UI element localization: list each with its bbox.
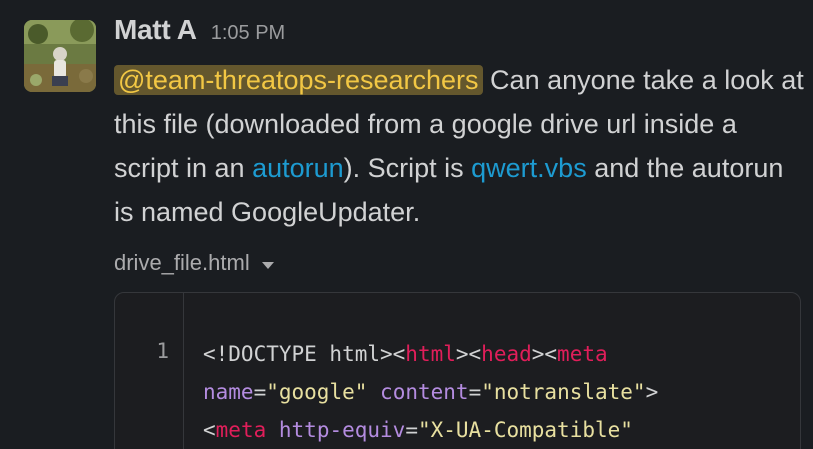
code-token: <!DOCTYPE html>< — [203, 342, 406, 366]
code-token: "X-UA-Compatible" — [417, 418, 633, 442]
line-number: 1 — [156, 339, 169, 363]
autorun-link[interactable]: autorun — [252, 153, 344, 183]
code-line: <meta http-equiv="X-UA-Compatible" — [203, 411, 658, 449]
message-text-part: ). Script is — [343, 153, 472, 183]
message-body: @team-threatops-researchers Can anyone t… — [114, 58, 804, 234]
code-token: = — [468, 380, 482, 404]
code-token: > — [645, 380, 659, 404]
message-container: Matt A 1:05 PM @team-threatops-researche… — [0, 0, 813, 449]
code-token: head — [481, 342, 532, 366]
code-token: "notranslate" — [481, 380, 646, 404]
script-link[interactable]: qwert.vbs — [471, 153, 587, 183]
timestamp[interactable]: 1:05 PM — [211, 22, 285, 45]
chevron-down-icon[interactable] — [261, 261, 274, 269]
code-content: <!DOCTYPE html><html><head><meta name="go… — [203, 335, 658, 449]
code-token: name — [203, 380, 254, 404]
code-token: >< — [531, 342, 558, 366]
code-token: html — [405, 342, 456, 366]
file-name[interactable]: drive_file.html — [114, 250, 250, 276]
code-token: content — [380, 380, 469, 404]
code-token: meta — [215, 418, 267, 442]
line-number-gutter: 1 — [115, 293, 184, 449]
code-line: <!DOCTYPE html><html><head><meta — [203, 335, 658, 373]
code-token: < — [203, 418, 216, 442]
code-snippet-preview[interactable]: 1 <!DOCTYPE html><html><head><meta name="… — [114, 292, 801, 449]
avatar[interactable] — [24, 20, 96, 92]
file-attachment-header[interactable]: drive_file.html — [114, 250, 274, 276]
user-group-mention[interactable]: @team-threatops-researchers — [114, 65, 483, 95]
code-token: >< — [455, 342, 482, 366]
message-header: Matt A 1:05 PM — [114, 14, 285, 58]
code-token: "google" — [266, 380, 368, 404]
user-photo-avatar-icon — [24, 20, 96, 92]
code-line: name="google" content="notranslate"> — [203, 373, 658, 411]
code-token: http-equiv — [278, 418, 406, 442]
code-token: = — [405, 418, 418, 442]
author-name[interactable]: Matt A — [114, 14, 197, 46]
code-token: meta — [557, 342, 608, 366]
code-token: = — [253, 380, 267, 404]
